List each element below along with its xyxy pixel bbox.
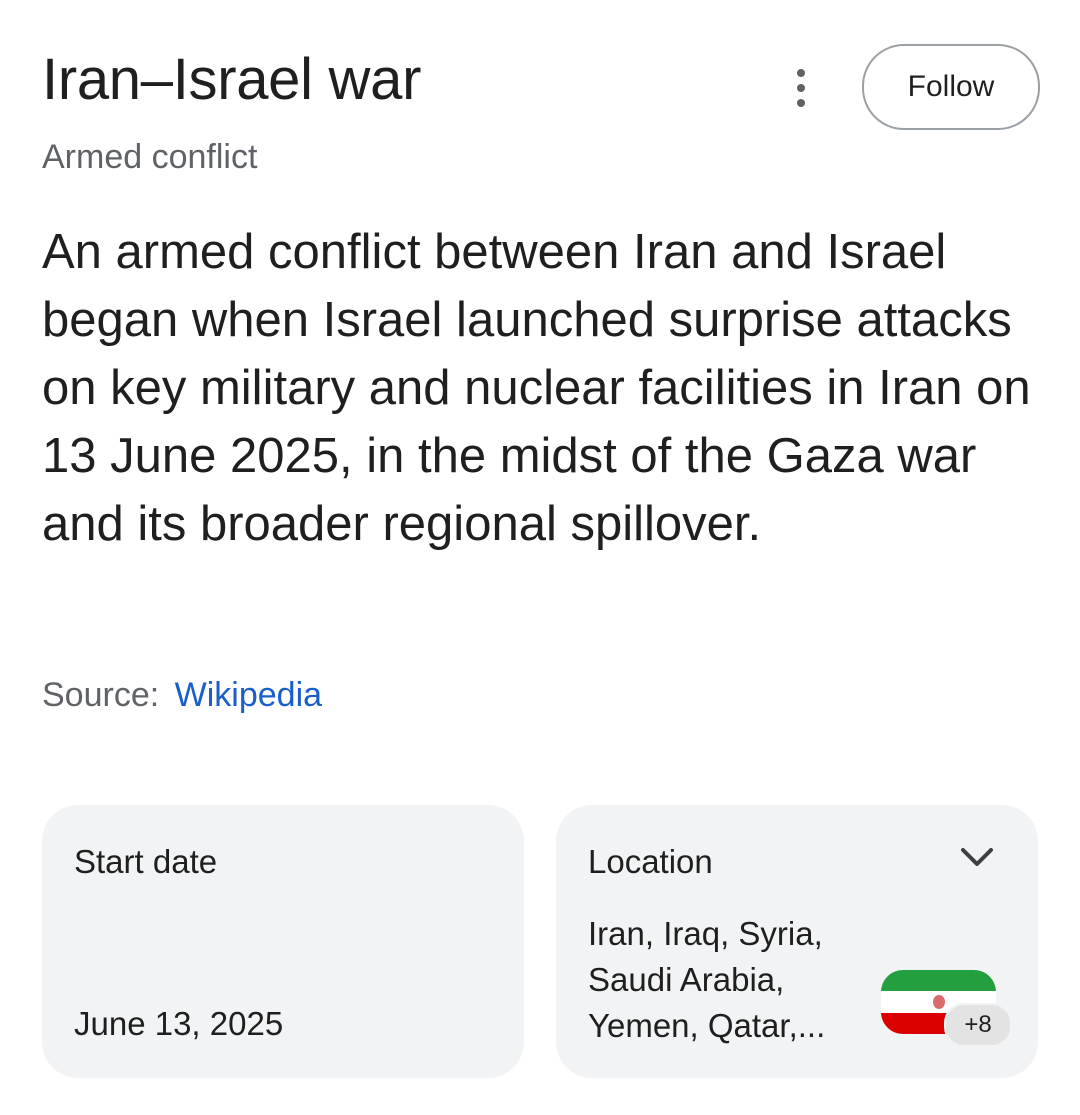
location-value: Iran, Iraq, Syria, Saudi Arabia, Yemen, … — [588, 915, 826, 1044]
location-card[interactable]: Location Iran, Iraq, Syria, Saudi Arabia… — [556, 805, 1038, 1078]
more-locations-badge[interactable]: +8 — [944, 1003, 1012, 1047]
entity-header: Iran–Israel war Follow — [42, 40, 1040, 140]
location-label: Location — [588, 843, 713, 880]
entity-description: An armed conflict between Iran and Israe… — [42, 225, 1031, 551]
follow-button[interactable]: Follow — [862, 44, 1040, 130]
page-title: Iran–Israel war — [42, 47, 422, 112]
start-date-value: June 13, 2025 — [74, 1005, 284, 1042]
more-options-dot — [797, 84, 805, 92]
more-options-dot — [797, 69, 805, 77]
entity-subtitle: Armed conflict — [42, 138, 258, 176]
start-date-card: Start date June 13, 2025 — [42, 805, 524, 1078]
chevron-down-icon[interactable] — [960, 847, 994, 869]
source-label: Source: — [42, 676, 160, 714]
source-line: Source: Wikipedia — [42, 676, 322, 715]
source-link[interactable]: Wikipedia — [175, 676, 322, 714]
more-options-icon[interactable] — [777, 60, 825, 116]
start-date-label: Start date — [74, 843, 218, 880]
more-options-dot — [797, 99, 805, 107]
